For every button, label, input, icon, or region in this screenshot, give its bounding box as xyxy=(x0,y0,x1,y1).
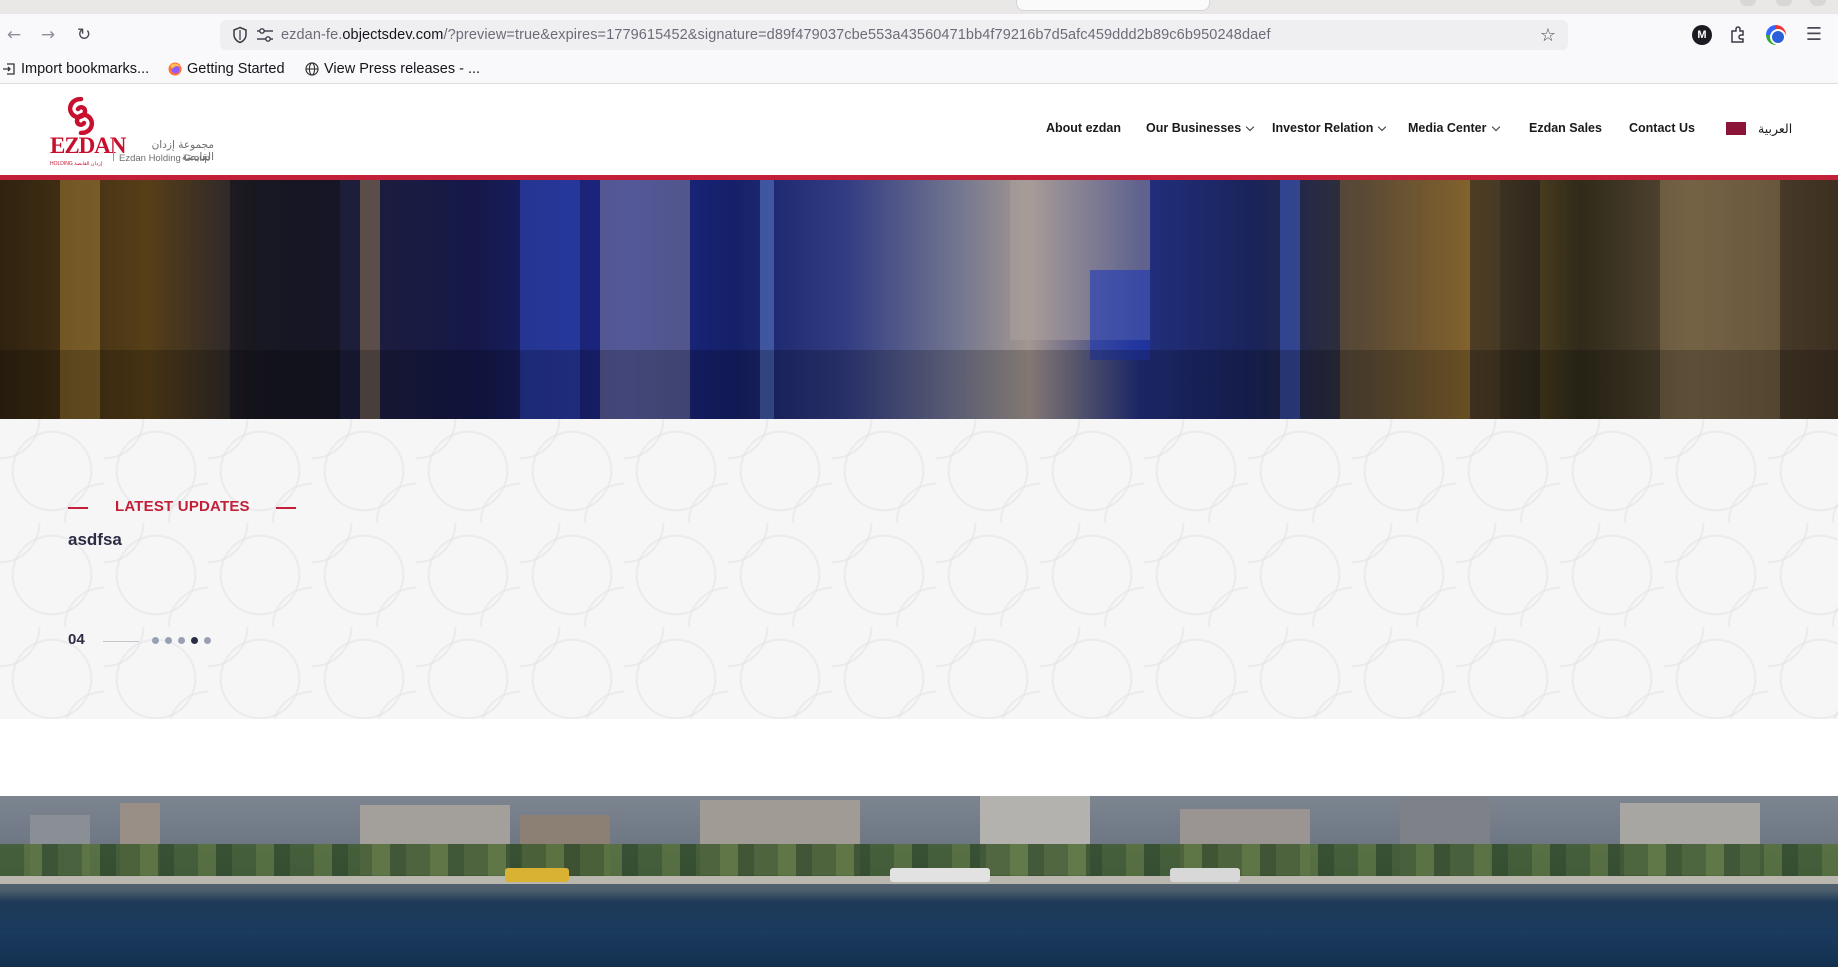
slider-dot[interactable] xyxy=(178,637,185,644)
bookmark-star-icon[interactable]: ☆ xyxy=(1540,25,1556,46)
back-arrow-icon[interactable]: ← xyxy=(2,23,26,47)
reload-icon[interactable]: ↻ xyxy=(72,23,96,47)
chevron-down-icon xyxy=(1491,122,1500,131)
account-icon[interactable] xyxy=(1766,25,1786,45)
browser-tab-strip xyxy=(0,0,1838,14)
window-control[interactable] xyxy=(1810,0,1826,6)
kicker-dash-left xyxy=(68,507,88,509)
logo-divider xyxy=(113,139,114,161)
chevron-down-icon xyxy=(1245,122,1255,131)
window-control[interactable] xyxy=(1740,0,1756,6)
nav-about[interactable]: About ezdan xyxy=(1046,121,1121,135)
bookmark-import[interactable]: Import bookmarks... xyxy=(2,61,149,77)
nav-ezdan-sales[interactable]: Ezdan Sales xyxy=(1529,121,1602,135)
slider-dot[interactable] xyxy=(165,637,172,644)
import-icon xyxy=(3,63,15,75)
globe-icon xyxy=(305,62,319,76)
latest-updates-section: LATEST UPDATES asdfsa 04 xyxy=(0,419,1838,719)
logo-subtitle-small: HOLDING إزدان القابضة xyxy=(50,161,103,167)
ezdan-logo[interactable]: EZDAN HOLDING إزدان القابضة مجموعة إزدان… xyxy=(49,97,214,167)
harbor-skyline-image xyxy=(0,796,1838,967)
language-switcher[interactable]: العربية xyxy=(1726,121,1792,136)
bookmark-getting-started[interactable]: Getting Started xyxy=(168,61,285,77)
hamburger-menu-icon[interactable]: ☰ xyxy=(1804,25,1824,45)
site-permissions-icon[interactable] xyxy=(256,27,274,43)
window-control[interactable] xyxy=(1776,0,1792,6)
ezdan-emblem-icon xyxy=(68,97,94,135)
site-header: EZDAN HOLDING إزدان القابضة مجموعة إزدان… xyxy=(0,85,1838,175)
slider-dot[interactable] xyxy=(152,637,159,644)
shield-icon[interactable] xyxy=(231,26,249,44)
chevron-down-icon xyxy=(1378,122,1387,131)
extensions-icon[interactable] xyxy=(1728,25,1748,45)
slider-dot[interactable] xyxy=(204,637,211,644)
nav-our-businesses[interactable]: Our Businesses xyxy=(1146,121,1255,135)
section-spacer xyxy=(0,719,1838,796)
profile-avatar[interactable]: M xyxy=(1692,25,1712,45)
forward-arrow-icon[interactable]: → xyxy=(36,23,60,47)
slide-counter: 04 xyxy=(68,631,85,648)
bookmarks-bar: Import bookmarks... Getting Started View… xyxy=(0,56,1838,84)
browser-toolbar: ← → ↻ ezdan-fe.objectsdev.com/?preview=t… xyxy=(0,14,1838,56)
logo-wordmark: EZDAN xyxy=(50,133,127,158)
address-bar[interactable]: ezdan-fe.objectsdev.com/?preview=true&ex… xyxy=(220,20,1568,50)
nav-media-center[interactable]: Media Center xyxy=(1408,121,1500,135)
counter-divider xyxy=(103,641,139,642)
nav-contact-us[interactable]: Contact Us xyxy=(1629,121,1695,135)
url-text[interactable]: ezdan-fe.objectsdev.com/?preview=true&ex… xyxy=(281,27,1271,43)
bookmark-press-releases[interactable]: View Press releases - ... xyxy=(305,61,480,77)
slider-pagination xyxy=(152,637,211,644)
active-tab[interactable] xyxy=(1016,0,1210,11)
kicker-dash-right xyxy=(276,507,296,509)
slider-dot-active[interactable] xyxy=(191,637,198,644)
qatar-flag-icon xyxy=(1726,122,1746,135)
nav-investor-relation[interactable]: Investor Relation xyxy=(1272,121,1387,135)
latest-updates-heading: LATEST UPDATES xyxy=(115,498,250,515)
update-headline[interactable]: asdfsa xyxy=(68,530,122,550)
firefox-icon xyxy=(168,62,182,76)
hero-banner-image xyxy=(0,180,1838,419)
logo-english-name: Ezdan Holding Group xyxy=(119,153,210,164)
